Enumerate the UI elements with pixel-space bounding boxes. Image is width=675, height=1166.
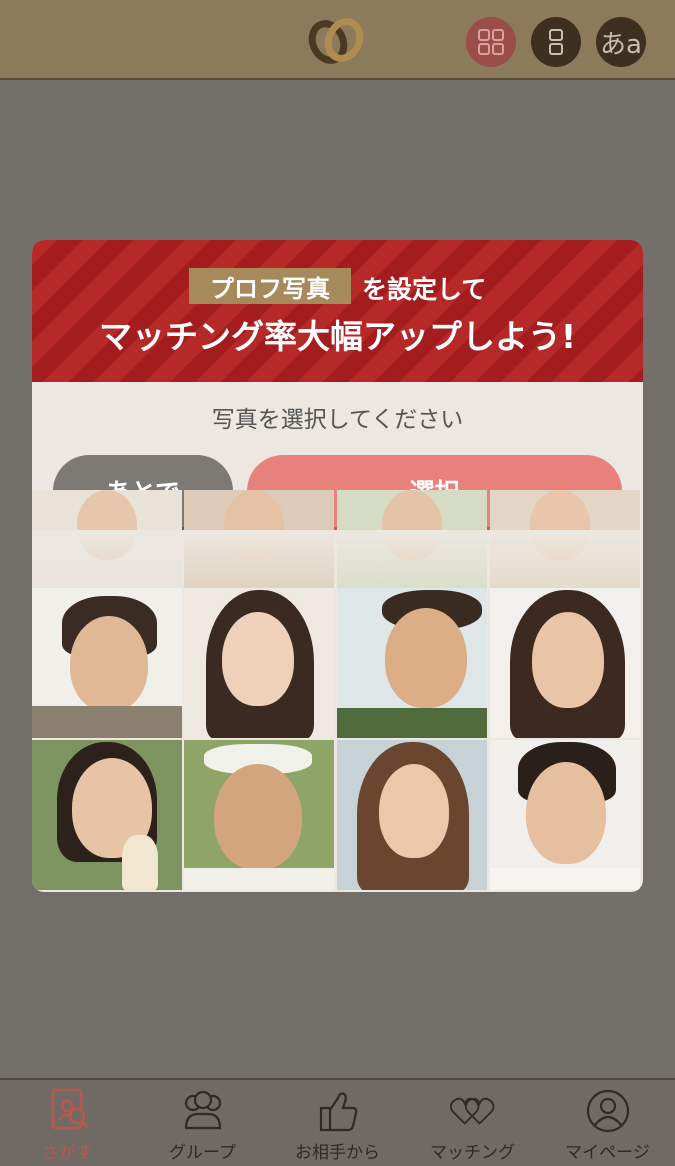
sample-photo	[184, 740, 334, 890]
nav-label: さがす	[42, 1143, 93, 1163]
thumbs-up-icon	[319, 1092, 357, 1132]
nav-label: マッチング	[430, 1143, 515, 1163]
profile-photo-tag: プロフ写真	[189, 268, 351, 304]
list-view-icon	[549, 29, 563, 55]
font-size-icon: あa	[600, 29, 642, 60]
app-header: あa	[0, 0, 675, 80]
nav-item-mypage[interactable]: マイページ	[540, 1080, 675, 1166]
search-profile-icon	[51, 1088, 89, 1130]
group-icon	[184, 1090, 221, 1130]
nav-item-from-partner[interactable]: お相手から	[270, 1080, 405, 1166]
nav-item-search[interactable]: さがす	[0, 1080, 135, 1166]
user-icon	[586, 1089, 629, 1133]
list-view-button[interactable]	[531, 17, 581, 67]
bottom-nav: さがす グループ お相手から マッチング マイページ	[0, 1078, 675, 1166]
tag-suffix-text: を設定して	[362, 275, 487, 304]
grid-view-icon	[478, 29, 504, 55]
grid-fade-overlay	[32, 530, 643, 588]
headline: マッチング率大幅アップしよう!	[98, 317, 577, 356]
nav-label: グループ	[169, 1143, 236, 1163]
nav-item-matching[interactable]: マッチング	[405, 1080, 540, 1166]
sample-photo	[337, 588, 487, 738]
profile-photo-modal: プロフ写真 を設定して マッチング率大幅アップしよう! 写真を選択してください …	[32, 240, 643, 892]
select-photo-prompt: 写真を選択してください	[211, 407, 464, 433]
hearts-icon	[449, 1097, 494, 1125]
grid-view-button[interactable]	[466, 17, 516, 67]
nav-label: マイページ	[565, 1143, 650, 1163]
nav-label: お相手から	[295, 1143, 380, 1163]
sample-photo	[337, 740, 487, 890]
sample-photo	[490, 740, 640, 890]
rings-logo[interactable]	[306, 14, 366, 66]
nav-item-group[interactable]: グループ	[135, 1080, 270, 1166]
sample-photo	[490, 588, 640, 738]
sample-photo	[32, 740, 182, 890]
sample-photo-grid	[32, 490, 643, 892]
sample-photo	[184, 588, 334, 738]
sample-photo	[32, 588, 182, 738]
promo-banner: プロフ写真 を設定して マッチング率大幅アップしよう!	[32, 240, 643, 382]
font-size-button[interactable]: あa	[596, 17, 646, 67]
